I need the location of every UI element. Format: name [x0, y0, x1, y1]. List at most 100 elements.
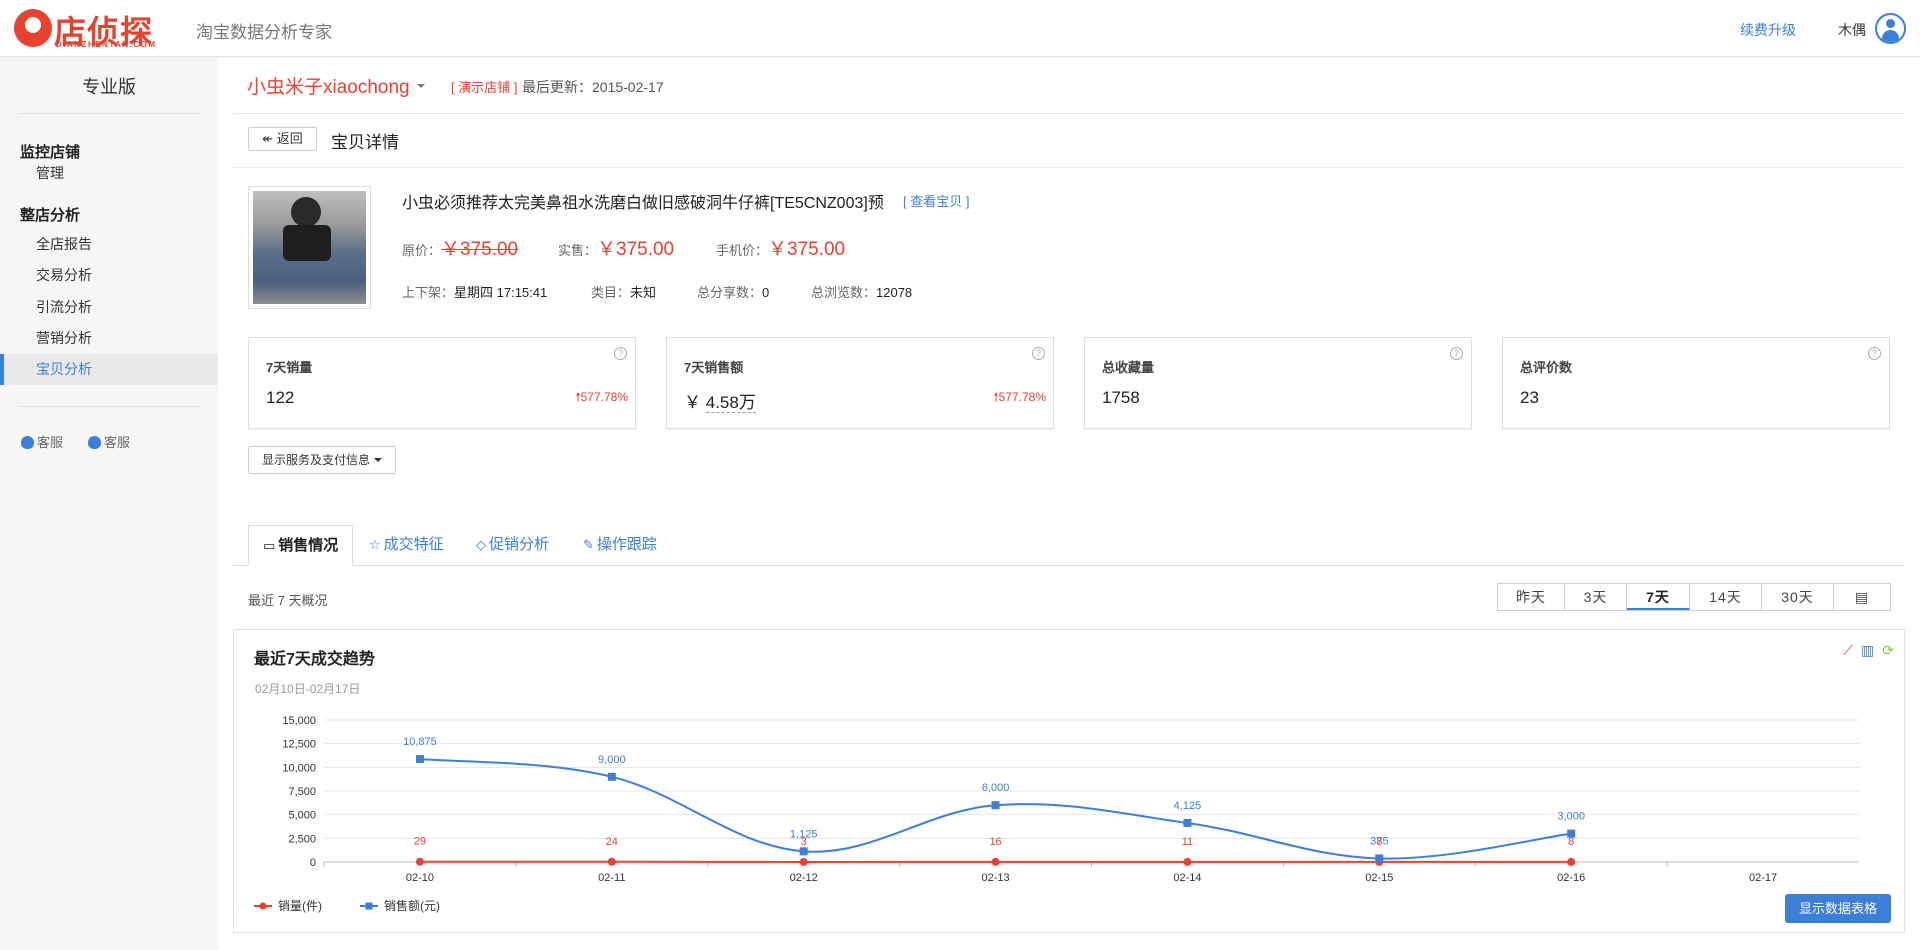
legend-label: 销量(件) [278, 899, 322, 913]
actual-price: 实售：￥375.00 [558, 234, 674, 261]
data-label: 375 [1370, 835, 1388, 847]
y-tick-label: 5,000 [288, 810, 316, 822]
meta-label: 总分享数： [697, 285, 763, 300]
help-icon[interactable]: ? [1868, 347, 1881, 360]
stat-label: 7天销售额 [684, 360, 744, 375]
view-item-link[interactable]: [ 查看宝贝 ] [903, 191, 969, 210]
tab-label: 销售情况 [278, 537, 339, 554]
data-label: 3,000 [1557, 811, 1585, 823]
original-price: 原价：￥375.00 [402, 234, 518, 261]
stat-label: 总评价数 [1520, 360, 1573, 375]
qq-service-link[interactable]: 客服 [21, 432, 63, 451]
sidebar-item-item-analysis[interactable]: 宝贝分析 [0, 354, 218, 385]
price-value: ￥375.00 [768, 239, 846, 260]
meta-value: 12078 [876, 285, 913, 300]
sidebar-item-marketing-analysis[interactable]: 营销分析 [0, 323, 218, 354]
last-update-label: 最后更新： [522, 79, 592, 95]
sidebar-item-store-report[interactable]: 全店报告 [0, 229, 218, 260]
data-point [1183, 857, 1192, 866]
tab-promotion[interactable]: ◇ 促销分析 [462, 525, 563, 566]
y-tick-label: 15,000 [282, 715, 316, 727]
sidebar-item-traffic-analysis[interactable]: 引流分析 [0, 292, 218, 323]
tab-label: 促销分析 [489, 536, 550, 553]
wangwang-icon [88, 436, 101, 449]
help-icon[interactable]: ? [1450, 347, 1463, 360]
sidebar-item-trade-analysis[interactable]: 交易分析 [0, 260, 218, 291]
wangwang-service-link[interactable]: 客服 [88, 432, 130, 451]
store-name-selector[interactable]: 小虫米子xiaochong [247, 72, 410, 99]
x-tick-label: 02-13 [981, 872, 1009, 884]
overview-label: 最近 7 天概况 [248, 593, 328, 608]
listing-time: 上下架：星期四 17:15:41 [402, 282, 547, 301]
star-icon: ☆ [369, 537, 381, 552]
data-point [799, 857, 808, 866]
data-label: 10,875 [403, 736, 437, 748]
price-label: 手机价： [716, 243, 769, 258]
y-tick-label: 2,500 [288, 833, 316, 845]
username[interactable]: 木偶 [1838, 20, 1866, 40]
logo[interactable]: 店侦探 DIANZHENTAN.COM [14, 9, 184, 51]
renew-upgrade-link[interactable]: 续费升级 [1740, 20, 1796, 40]
data-label: 1,125 [790, 828, 818, 840]
tab-operation-tracking[interactable]: ✎ 操作跟踪 [569, 525, 671, 566]
edition-label: 专业版 [82, 77, 136, 97]
service-label: 客服 [104, 435, 131, 450]
range-7days[interactable]: 7天 [1627, 584, 1690, 610]
range-3days[interactable]: 3天 [1565, 584, 1627, 610]
stat-money: 4.58万 [705, 393, 756, 413]
data-point [1375, 854, 1384, 863]
x-tick-label: 02-15 [1365, 872, 1393, 884]
sidebar: 专业版 监控店铺 管理 整店分析 全店报告 交易分析 引流分析 营销分析 宝贝分… [0, 57, 218, 950]
meta-label: 总浏览数： [811, 285, 877, 300]
qq-icon [21, 436, 34, 449]
caret-down-icon [374, 458, 382, 462]
page-title: 宝贝详情 [331, 133, 399, 152]
trend-up: 🠕577.78% [993, 388, 1046, 409]
data-label: 24 [606, 836, 618, 848]
x-tick-label: 02-16 [1557, 872, 1585, 884]
legend-marker [365, 902, 373, 910]
user-avatar-icon[interactable] [1875, 13, 1906, 44]
show-data-table-button[interactable]: 显示数据表格 [1785, 894, 1891, 923]
button-label: 显示服务及支付信息 [261, 453, 370, 467]
top-bar: 店侦探 DIANZHENTAN.COM 淘宝数据分析专家 续费升级 木偶 [0, 0, 1920, 57]
y-tick-label: 12,500 [282, 739, 316, 751]
divider [233, 167, 1905, 168]
range-14days[interactable]: 14天 [1690, 584, 1762, 610]
date-range-selector: 昨天 3天 7天 14天 30天 ▤ [1497, 583, 1891, 611]
sidebar-item-manage[interactable]: 管理 [0, 158, 218, 189]
range-yesterday[interactable]: 昨天 [1498, 584, 1565, 610]
tab-deal-features[interactable]: ☆ 成交特征 [355, 525, 458, 566]
trend-chart: 0 2,500 5,000 7,500 10,000 12,500 15,000 02-10 0… [254, 715, 1859, 913]
range-30days[interactable]: 30天 [1762, 584, 1834, 610]
data-label: 4,125 [1174, 800, 1202, 812]
stat-card-7day-sales: 7天销量 122 ? 🠕577.78% [248, 337, 636, 429]
service-label: 客服 [37, 435, 64, 450]
stat-label: 总收藏量 [1102, 360, 1155, 375]
tag-icon: ◇ [476, 537, 486, 552]
sidebar-group-shop-analysis: 整店分析 [20, 207, 81, 224]
tab-sales[interactable]: ▭ 销售情况 [248, 525, 354, 566]
x-tick-label: 02-11 [598, 872, 625, 884]
data-point [1567, 829, 1576, 838]
last-update: 最后更新：2015-02-17 [522, 77, 664, 97]
back-button[interactable]: ↞ 返回 [248, 127, 317, 151]
stat-value: 23 [1520, 388, 1539, 407]
tab-label: 操作跟踪 [596, 536, 657, 553]
x-tick-label: 02-12 [790, 872, 818, 884]
tab-label: 成交特征 [383, 536, 444, 553]
slogan: 淘宝数据分析专家 [196, 23, 332, 43]
chat-icon: ▭ [263, 538, 276, 553]
y-tick-label: 10,000 [282, 762, 316, 774]
help-icon[interactable]: ? [614, 347, 627, 360]
data-point [1183, 818, 1192, 827]
chevron-down-icon[interactable] [417, 84, 425, 88]
show-payment-info-button[interactable]: 显示服务及支付信息 [248, 446, 396, 474]
help-icon[interactable]: ? [1032, 347, 1045, 360]
price-label: 实售： [558, 243, 598, 258]
price-label: 原价： [402, 243, 442, 258]
product-image[interactable] [248, 186, 371, 309]
calendar-icon[interactable]: ▤ [1834, 584, 1890, 610]
data-label: 6,000 [982, 782, 1010, 794]
stat-card-7day-revenue: 7天销售额 ￥ 4.58万 ? 🠕577.78% [666, 337, 1054, 429]
